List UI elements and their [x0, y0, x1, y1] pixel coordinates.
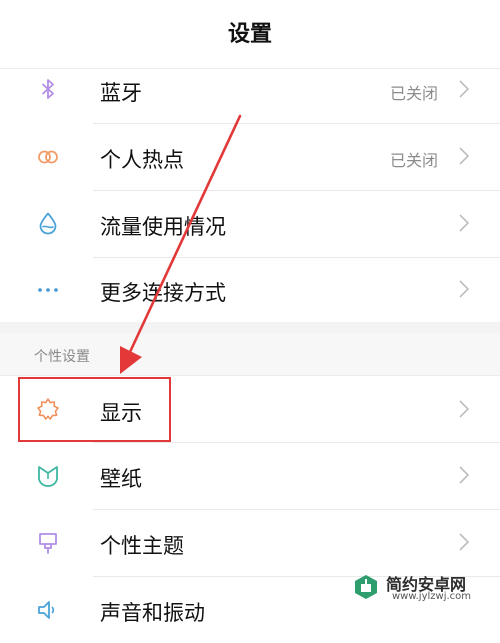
watermark-url: www.jylzwj.com: [392, 591, 472, 602]
watermark-logo-icon: [352, 573, 380, 601]
bluetooth-status: 已关闭: [389, 84, 438, 103]
theme-brush-icon: [36, 531, 60, 555]
settings-row-label: 个人热点: [100, 148, 184, 172]
settings-row-label: 蓝牙: [100, 81, 142, 105]
section-label: 个性设置: [34, 349, 90, 365]
chevron-right-icon: [458, 280, 470, 298]
more-dots-icon: [36, 278, 60, 302]
settings-row-label: 更多连接方式: [100, 281, 226, 305]
wallpaper-icon: [36, 464, 60, 488]
chevron-right-icon: [458, 80, 470, 98]
chevron-right-icon: [458, 214, 470, 232]
hotspot-status: 已关闭: [389, 151, 438, 170]
settings-row-label: 壁纸: [100, 467, 142, 491]
settings-row-label: 流量使用情况: [100, 215, 226, 239]
settings-row-theme[interactable]: 个性主题: [0, 510, 500, 576]
chevron-right-icon: [458, 533, 470, 551]
watermark: 简约安卓网 www.jylzwj.com: [352, 571, 492, 605]
settings-row-more-connections[interactable]: 更多连接方式: [0, 258, 500, 322]
settings-row-label: 个性主题: [100, 534, 184, 558]
page-title: 设置: [227, 22, 272, 47]
chevron-right-icon: [458, 466, 470, 484]
bluetooth-icon: [36, 77, 60, 101]
chevron-right-icon: [458, 400, 470, 418]
highlight-box: [18, 377, 171, 442]
speaker-icon: [36, 598, 60, 622]
settings-row-label: 声音和振动: [100, 601, 205, 625]
hotspot-icon: [36, 145, 60, 169]
settings-row-data-usage[interactable]: 流量使用情况: [0, 191, 500, 257]
settings-row-hotspot[interactable]: 个人热点 已关闭: [0, 124, 500, 190]
section-gap: [0, 322, 500, 333]
section-header-personalization: 个性设置: [0, 333, 500, 375]
chevron-right-icon: [458, 147, 470, 165]
top-bar: 设置: [0, 0, 500, 69]
water-drop-icon: [36, 211, 60, 235]
settings-row-wallpaper[interactable]: 壁纸: [0, 443, 500, 509]
